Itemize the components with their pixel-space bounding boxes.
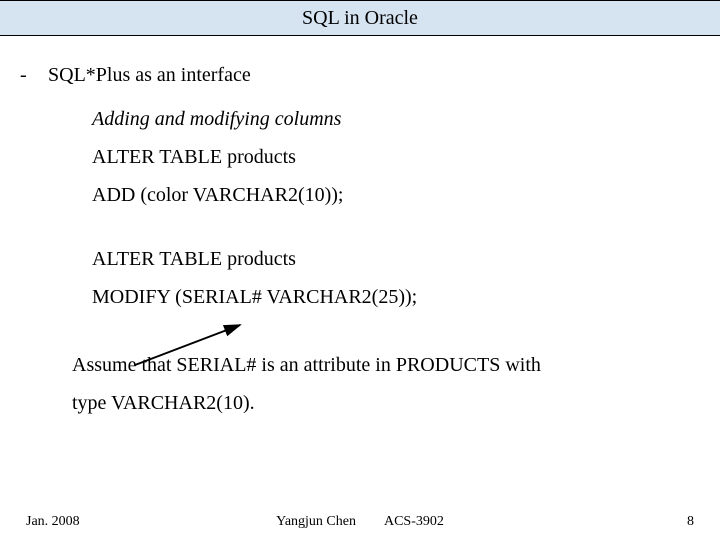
code-block-2-line-1: ALTER TABLE products — [20, 240, 700, 278]
heading-text: SQL*Plus as an interface — [48, 56, 251, 94]
slide-title-bar: SQL in Oracle — [0, 0, 720, 36]
footer-author: Yangjun Chen — [276, 514, 356, 530]
slide-footer: Jan. 2008 Yangjun Chen ACS-3902 8 — [0, 514, 720, 530]
subtitle-text: Adding and modifying columns — [20, 100, 700, 138]
code-block-2-line-2: MODIFY (SERIAL# VARCHAR2(25)); — [20, 278, 700, 316]
bullet-heading-row: - SQL*Plus as an interface — [20, 56, 700, 94]
note-line-1: Assume that SERIAL# is an attribute in P… — [20, 346, 700, 384]
slide-content: - SQL*Plus as an interface Adding and mo… — [0, 36, 720, 422]
code-block-1-line-1: ALTER TABLE products — [20, 138, 700, 176]
bullet-dash: - — [20, 56, 30, 94]
footer-page-number: 8 — [687, 514, 694, 530]
footer-date: Jan. 2008 — [26, 514, 80, 530]
slide-title: SQL in Oracle — [302, 7, 418, 30]
footer-course: ACS-3902 — [384, 514, 444, 530]
code-block-1-line-2: ADD (color VARCHAR2(10)); — [20, 176, 700, 214]
note-line-2: type VARCHAR2(10). — [20, 384, 700, 422]
